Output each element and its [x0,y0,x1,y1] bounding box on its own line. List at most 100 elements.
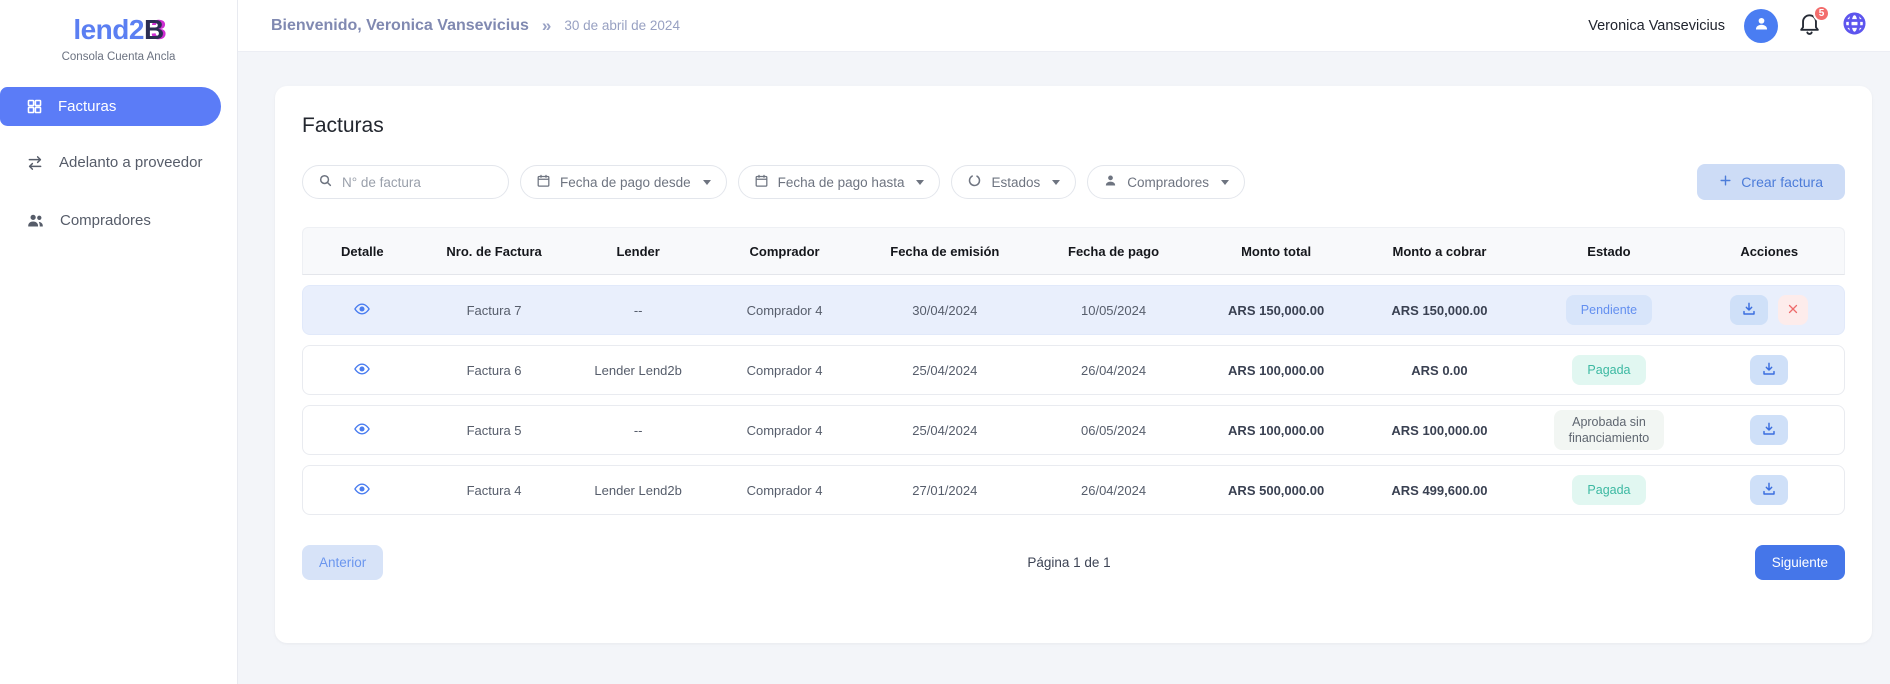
column-header: Fecha de emisión [859,244,1030,259]
issue-date-cell: 25/04/2024 [859,423,1030,438]
main-area: Bienvenido, Veronica Vansevicius » 30 de… [238,0,1890,684]
status-badge: Aprobada sin financiamiento [1554,410,1664,451]
previous-page-button[interactable]: Anterior [302,545,383,580]
filter-date-from[interactable]: Fecha de pago desde [520,165,727,199]
pay-date-cell: 10/05/2024 [1030,303,1196,318]
collect-amount-cell: ARS 0.00 [1355,363,1523,378]
search-input[interactable] [342,175,493,190]
view-detail-button[interactable] [351,418,373,443]
download-button[interactable] [1750,355,1788,385]
filter-compradores[interactable]: Compradores [1087,165,1245,199]
page-info: Página 1 de 1 [1027,555,1110,570]
column-header: Lender [567,244,710,259]
eye-icon [353,300,371,321]
sidebar-item-label: Facturas [58,98,116,115]
column-header: Acciones [1694,244,1843,259]
user-name: Veronica Vansevicius [1588,18,1725,34]
chevron-down-icon [1052,180,1060,185]
user-avatar[interactable] [1744,9,1778,43]
view-detail-button[interactable] [351,358,373,383]
download-icon [1761,421,1777,440]
create-invoice-label: Crear factura [1741,174,1823,190]
calendar-icon [754,173,769,191]
eye-icon [353,480,371,501]
collect-amount-cell: ARS 100,000.00 [1355,423,1523,438]
download-button[interactable] [1730,295,1768,325]
sidebar-item-label: Adelanto a proveedor [59,154,202,171]
download-button[interactable] [1750,475,1788,505]
pay-date-cell: 06/05/2024 [1030,423,1196,438]
invoice-number-cell: Factura 7 [422,303,567,318]
column-header: Detalle [303,244,422,259]
notifications-button[interactable]: 5 [1797,11,1822,41]
column-header: Monto total [1197,244,1356,259]
eye-icon [353,360,371,381]
download-icon [1761,481,1777,500]
sidebar: lend23B Consola Cuenta Ancla Facturas [0,0,238,684]
filter-label: Estados [991,175,1040,190]
filter-label: Fecha de pago hasta [778,175,905,190]
filter-estados[interactable]: Estados [951,165,1076,199]
page-title: Facturas [302,114,1845,138]
lender-cell: Lender Lend2b [567,363,710,378]
person-icon [1752,14,1771,38]
user-area: Veronica Vansevicius [1588,9,1868,43]
search-icon [318,173,333,191]
breadcrumb-separator: » [542,16,551,36]
content-area: Facturas [238,52,1890,684]
sidebar-item-facturas[interactable]: Facturas [0,87,221,126]
filter-label: Fecha de pago desde [560,175,691,190]
column-header: Fecha de pago [1030,244,1196,259]
sidebar-item-adelanto-a-proveedor[interactable]: Adelanto a proveedor [0,143,237,183]
chevron-down-icon [1221,180,1229,185]
status-badge: Pagada [1572,355,1645,385]
current-date: 30 de abril de 2024 [564,18,680,33]
filter-bar: Fecha de pago desde Fecha de pago hasta [302,164,1845,200]
invoice-number-cell: Factura 5 [422,423,567,438]
language-button[interactable] [1841,10,1868,42]
logo-b: B [144,14,164,45]
chevron-down-icon [916,180,924,185]
view-detail-button[interactable] [351,478,373,503]
status-badge: Pendiente [1566,295,1652,325]
total-amount-cell: ARS 100,000.00 [1197,363,1356,378]
delete-button[interactable] [1778,295,1808,325]
welcome-text: Bienvenido, Veronica Vansevicius [271,17,529,35]
logo-lend2: lend2 [73,14,144,45]
invoice-number-cell: Factura 4 [422,483,567,498]
filter-date-to[interactable]: Fecha de pago hasta [738,165,941,199]
invoice-search[interactable] [302,165,509,199]
column-header: Monto a cobrar [1355,244,1523,259]
table-row: Factura 5 -- Comprador 4 25/04/2024 06/0… [302,405,1845,455]
view-detail-button[interactable] [351,298,373,323]
collect-amount-cell: ARS 150,000.00 [1355,303,1523,318]
download-button[interactable] [1750,415,1788,445]
pay-date-cell: 26/04/2024 [1030,483,1196,498]
table-header-row: Detalle Nro. de Factura Lender Comprador… [302,227,1845,275]
pay-date-cell: 26/04/2024 [1030,363,1196,378]
table-row: Factura 7 -- Comprador 4 30/04/2024 10/0… [302,285,1845,335]
lender-cell: -- [567,423,710,438]
issue-date-cell: 25/04/2024 [859,363,1030,378]
buyer-cell: Comprador 4 [710,303,859,318]
table-row: Factura 4 Lender Lend2b Comprador 4 27/0… [302,465,1845,515]
lender-cell: -- [567,303,710,318]
status-circle-icon [967,173,982,191]
people-icon [26,211,45,230]
lender-cell: Lender Lend2b [567,483,710,498]
calendar-icon [536,173,551,191]
create-invoice-button[interactable]: Crear factura [1697,164,1845,200]
topbar: Bienvenido, Veronica Vansevicius » 30 de… [238,0,1890,52]
sidebar-item-compradores[interactable]: Compradores [0,200,237,241]
app-root: lend23B Consola Cuenta Ancla Facturas [0,0,1890,684]
sidebar-item-label: Compradores [60,212,151,229]
logo-text: lend23B [0,15,237,46]
issue-date-cell: 30/04/2024 [859,303,1030,318]
total-amount-cell: ARS 150,000.00 [1197,303,1356,318]
download-icon [1761,361,1777,380]
plus-icon [1719,174,1732,190]
invoice-number-cell: Factura 6 [422,363,567,378]
issue-date-cell: 27/01/2024 [859,483,1030,498]
close-icon [1787,303,1799,318]
next-page-button[interactable]: Siguiente [1755,545,1845,580]
